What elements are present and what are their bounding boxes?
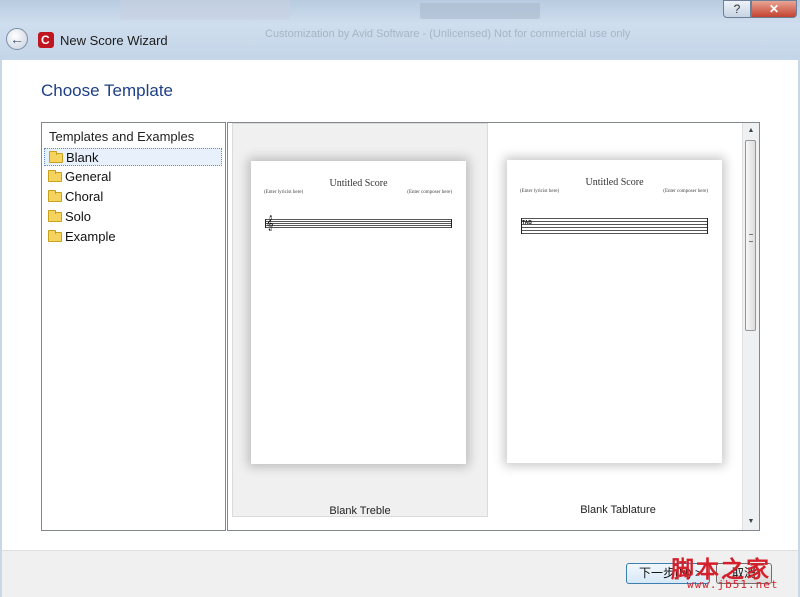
scroll-up-icon[interactable]: ▲ xyxy=(743,123,759,139)
folder-icon xyxy=(48,230,62,242)
template-card-label: Blank Treble xyxy=(329,505,391,517)
vertical-scrollbar[interactable]: ▲ ▼ xyxy=(742,123,759,530)
score-lyricist: (Enter lyricist here) xyxy=(264,190,304,195)
templates-tree-panel: Templates and Examples Blank General Cho… xyxy=(41,122,226,531)
folder-icon xyxy=(48,170,62,182)
tree-item-label: Solo xyxy=(65,209,92,224)
close-button[interactable]: ✕ xyxy=(751,0,797,18)
tree-item-choral[interactable]: Choral xyxy=(44,188,222,206)
grip-icon xyxy=(749,234,753,242)
template-card-label: Blank Tablature xyxy=(580,504,656,516)
watermark: 脚本之家 www.jb51.net xyxy=(671,548,799,596)
score-composer: (Enter composer here) xyxy=(407,190,452,195)
score-title: Untitled Score xyxy=(329,178,388,189)
templates-panel-title: Templates and Examples xyxy=(49,129,195,144)
template-card-blank-treble[interactable]: Untitled Score (Enter lyricist here) (En… xyxy=(232,123,488,517)
finale-logo-icon: C xyxy=(38,32,54,48)
background-window-strip xyxy=(120,0,290,20)
scrollbar-thumb[interactable] xyxy=(745,140,756,331)
folder-icon xyxy=(49,151,63,163)
window-titlebar: Customization by Avid Software - (Unlice… xyxy=(0,0,800,60)
treble-clef-icon: 𝄞 xyxy=(266,216,274,231)
template-preview-panel: Untitled Score (Enter lyricist here) (En… xyxy=(227,122,760,531)
tree-item-label: Choral xyxy=(65,189,104,204)
template-card-blank-tablature[interactable]: Untitled Score (Enter lyricist here) (En… xyxy=(490,123,746,517)
window-title: New Score Wizard xyxy=(60,33,168,48)
tree-item-general[interactable]: General xyxy=(44,168,222,186)
tab-staff: TAB xyxy=(521,218,708,234)
tree-item-label: Blank xyxy=(66,150,99,165)
folder-icon xyxy=(48,210,62,222)
tab-clef-icon: TAB xyxy=(522,220,532,226)
score-lyricist: (Enter lyricist here) xyxy=(520,189,560,194)
watermark-url: www.jb51.net xyxy=(687,578,779,591)
folder-icon xyxy=(48,190,62,202)
tree-item-label: Example xyxy=(65,229,116,244)
scroll-down-icon[interactable]: ▼ xyxy=(743,514,759,530)
tree-item-solo[interactable]: Solo xyxy=(44,208,222,226)
tree-item-example[interactable]: Example xyxy=(44,228,222,246)
page-title: Choose Template xyxy=(41,81,173,100)
help-button[interactable]: ? xyxy=(723,0,751,18)
back-arrow-icon: ← xyxy=(10,31,24,47)
staff: 𝄞 xyxy=(265,216,452,231)
score-preview-page: Untitled Score (Enter lyricist here) (En… xyxy=(251,161,466,464)
background-window-strip xyxy=(420,3,540,19)
wizard-dialog: Choose Template Templates and Examples B… xyxy=(2,60,798,597)
tree-item-blank[interactable]: Blank xyxy=(44,148,222,166)
score-composer: (Enter composer here) xyxy=(663,189,708,194)
score-title: Untitled Score xyxy=(585,177,644,188)
tree-item-label: General xyxy=(65,169,112,184)
back-button[interactable]: ← xyxy=(6,28,28,50)
score-preview-page: Untitled Score (Enter lyricist here) (En… xyxy=(507,160,722,463)
background-window-text: Customization by Avid Software - (Unlice… xyxy=(265,28,631,40)
